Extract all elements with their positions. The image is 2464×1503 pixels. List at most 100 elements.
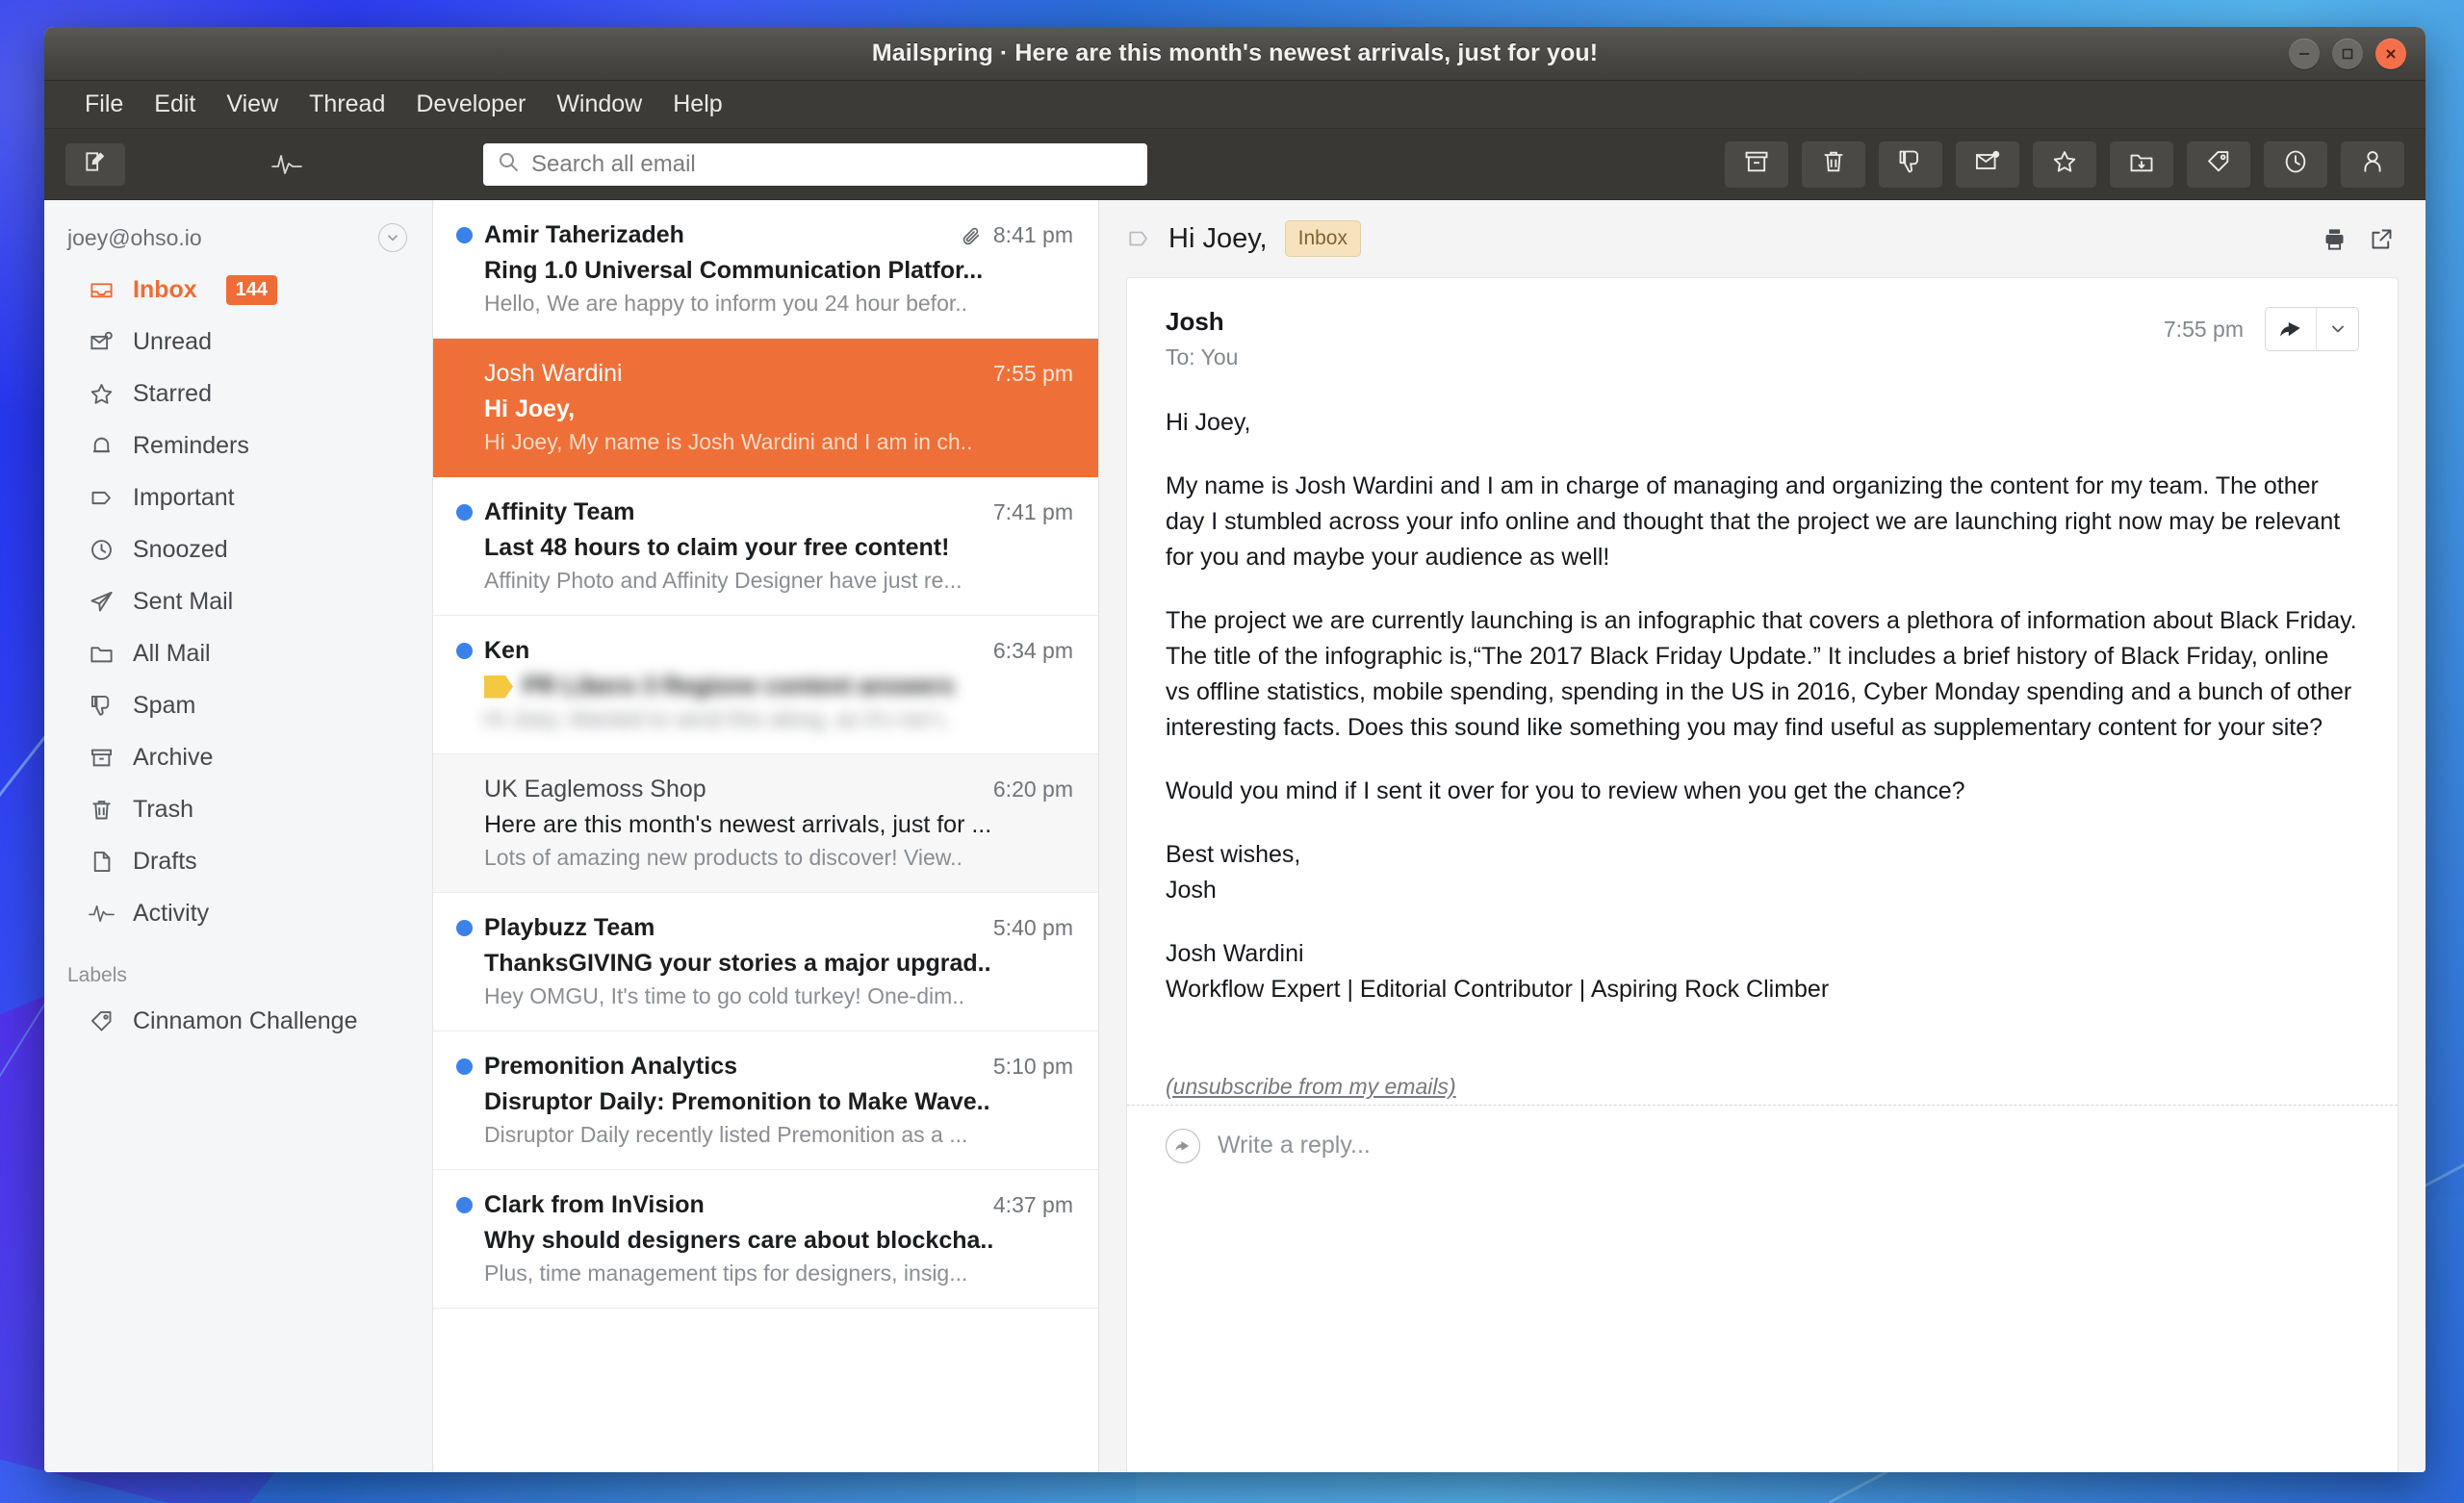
sidebar-item-trash[interactable]: Trash [44,783,432,835]
activity-pulse-icon[interactable] [258,152,316,177]
sidebar-item-label: Trash [133,795,193,823]
unread-dot [456,1058,473,1075]
spam-button[interactable] [1879,140,1942,188]
body-paragraph: Would you mind if I sent it over for you… [1166,777,1965,804]
trash-button[interactable] [1802,140,1865,188]
sidebar-item-label: Unread [133,327,212,355]
star-icon [87,381,116,407]
sidebar: joey@ohso.io Inbox 144 Unread Starred Re… [44,200,433,1472]
unread-dot [456,1197,473,1213]
chevron-down-icon[interactable] [2316,308,2358,350]
main-panes: joey@ohso.io Inbox 144 Unread Starred Re… [44,200,2426,1472]
message-subject: Last 48 hours to claim your free content… [484,534,950,561]
star-button[interactable] [2033,140,2096,188]
toolbar-actions [1725,140,2404,188]
sidebar-item-spam[interactable]: Spam [44,679,432,731]
menu-developer[interactable]: Developer [400,87,541,122]
reply-arrow-icon[interactable] [2266,308,2316,350]
message-list-item[interactable]: Affinity Team 7:41 pm Last 48 hours to c… [433,477,1098,616]
mailspring-window: Mailspring · Here are this month's newes… [44,27,2426,1472]
message-time: 6:34 pm [992,638,1073,663]
message-list-item-selected[interactable]: Josh Wardini 7:55 pm Hi Joey, Hi Joey, M… [433,339,1098,477]
contact-button[interactable] [2341,140,2404,188]
message-list-item[interactable]: Ken 6:34 pm PR Libero 3 Regione content … [433,616,1098,754]
archive-icon [1743,148,1770,180]
message-sender: Josh Wardini [484,360,623,387]
message-row-top: Affinity Team 7:41 pm [456,498,1073,526]
sidebar-item-sent-mail[interactable]: Sent Mail [44,575,432,627]
sidebar-item-label: Snoozed [133,535,228,563]
archive-button[interactable] [1725,140,1788,188]
menu-help[interactable]: Help [657,87,737,122]
message-list-item[interactable]: UK Eaglemoss Shop 6:20 pm Here are this … [433,754,1098,893]
message-header-left: Josh To: You [1166,307,2164,370]
reply-bar[interactable]: Write a reply... [1127,1105,2398,1185]
toolbar-left-group [65,142,450,186]
close-button[interactable] [2375,38,2406,69]
menu-thread[interactable]: Thread [294,87,400,122]
sidebar-item-snoozed[interactable]: Snoozed [44,523,432,575]
sidebar-item-label: Activity [133,899,210,927]
maximize-button[interactable] [2332,38,2363,69]
signature-name: Josh Wardini [1166,940,1304,967]
tag-icon [87,1008,116,1034]
window-title: Mailspring · Here are this month's newes… [871,39,1599,66]
message-subject: Ring 1.0 Universal Communication Platfor… [484,257,984,284]
snooze-button[interactable] [2264,140,2327,188]
menu-file[interactable]: File [69,87,139,122]
message-time: 6:20 pm [992,777,1073,802]
message-list-item[interactable]: Premonition Analytics 5:10 pm Disruptor … [433,1032,1098,1170]
message-time: 8:41 pm [992,222,1073,247]
app-toolbar [44,129,2426,200]
message-sender: Clark from InVision [484,1191,705,1218]
message-subject: Why should designers care about blockcha… [484,1227,994,1254]
move-folder-button[interactable] [2110,140,2173,188]
document-icon [87,849,116,875]
tag-button[interactable] [2187,140,2250,188]
sidebar-item-activity[interactable]: Activity [44,887,432,939]
trash-icon [1820,148,1847,180]
menu-edit[interactable]: Edit [139,87,211,122]
account-row[interactable]: joey@ohso.io [44,217,432,258]
sidebar-item-drafts[interactable]: Drafts [44,835,432,887]
flag-outline-icon[interactable] [1126,226,1151,251]
unsubscribe-link[interactable]: (unsubscribe from my emails) [1166,1070,1456,1103]
reply-button-group[interactable] [2265,307,2359,351]
message-list[interactable]: Amir Taherizadeh 8:41 pm Ring 1.0 Univer… [433,200,1099,1472]
sidebar-item-label: Starred [133,379,212,407]
print-icon[interactable] [2322,226,2348,252]
thumbs-down-icon [87,693,116,719]
search-box[interactable] [483,142,1147,186]
sidebar-item-reminders[interactable]: Reminders [44,420,432,471]
sidebar-item-all-mail[interactable]: All Mail [44,627,432,679]
sidebar-item-inbox[interactable]: Inbox 144 [44,264,432,316]
sidebar-item-label: Inbox [133,275,197,303]
message-snippet: Disruptor Daily recently listed Premonit… [484,1122,968,1147]
message-list-item[interactable]: Clark from InVision 4:37 pm Why should d… [433,1170,1098,1309]
menu-view[interactable]: View [211,87,294,122]
activity-pulse-icon [87,901,116,927]
message-list-item[interactable]: Playbuzz Team 5:40 pm ThanksGIVING your … [433,893,1098,1032]
person-icon [2359,148,2386,180]
compose-button[interactable] [65,142,125,186]
sidebar-label-cinnamon-challenge[interactable]: Cinnamon Challenge [44,995,432,1047]
message-label-chip [484,675,513,699]
mark-unread-button[interactable] [1956,140,2019,188]
sidebar-item-unread[interactable]: Unread [44,316,432,368]
sidebar-item-archive[interactable]: Archive [44,731,432,783]
message-subject: Disruptor Daily: Premonition to Make Wav… [484,1088,990,1115]
search-input[interactable] [531,150,1134,178]
menu-window[interactable]: Window [541,87,657,122]
compose-icon [83,149,108,179]
sidebar-item-important[interactable]: Important [44,471,432,523]
popout-icon[interactable] [2369,226,2395,252]
message-snippet: Plus, time management tips for designers… [484,1261,968,1286]
window-titlebar: Mailspring · Here are this month's newes… [44,27,2426,81]
chevron-down-icon[interactable] [378,223,407,252]
message-list-item[interactable]: Amir Taherizadeh 8:41 pm Ring 1.0 Univer… [433,200,1098,339]
message-subject-row: PR Libero 3 Regione content answers [456,673,1073,701]
minimize-button[interactable] [2289,38,2320,69]
labels-section-header: Labels [67,964,127,986]
message-sender: Premonition Analytics [484,1053,738,1080]
sidebar-item-starred[interactable]: Starred [44,368,432,420]
